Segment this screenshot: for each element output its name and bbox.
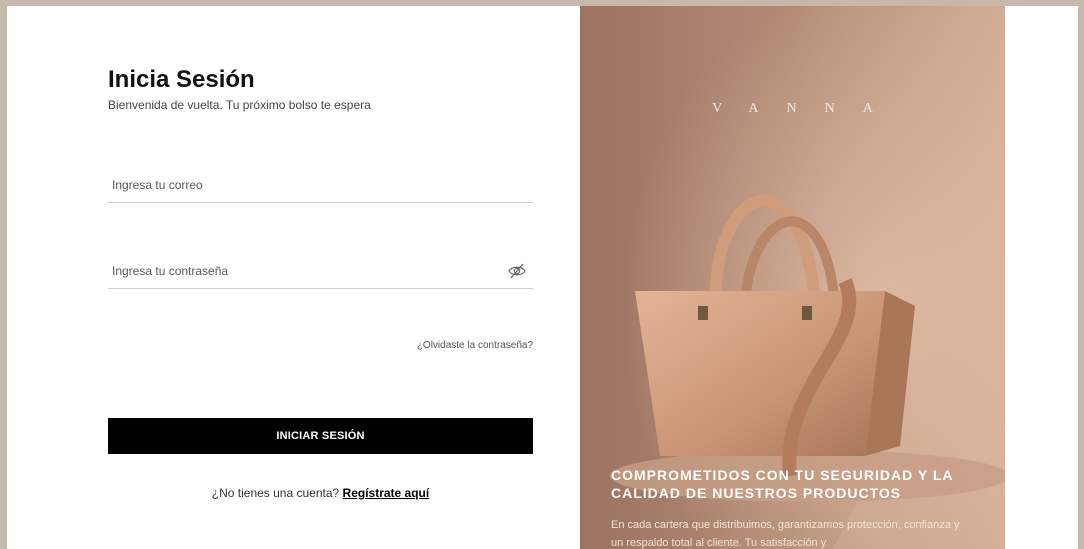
page-frame: Inicia Sesión Bienvenida de vuelta. Tu p… xyxy=(0,0,1084,549)
hero-heading: COMPROMETIDOS CON TU SEGURIDAD Y LA CALI… xyxy=(611,467,953,501)
register-line: ¿No tienes una cuenta? Regístrate aquí xyxy=(108,486,533,500)
hero-panel: VANNA COMPROMETIDOS CON TU SEGURIDAD Y L… xyxy=(580,6,1005,549)
register-link[interactable]: Regístrate aquí xyxy=(343,486,430,500)
login-panel: Inicia Sesión Bienvenida de vuelta. Tu p… xyxy=(7,6,580,549)
login-button[interactable]: INICIAR SESIÓN xyxy=(108,418,533,454)
eye-slash-icon[interactable] xyxy=(507,262,527,280)
page-title: Inicia Sesión xyxy=(108,66,255,93)
password-field-container xyxy=(108,254,533,289)
password-input[interactable] xyxy=(108,254,533,288)
register-prompt: ¿No tienes una cuenta? xyxy=(211,486,340,500)
hero-text: En cada cartera que distribuimos, garant… xyxy=(611,519,960,549)
email-input[interactable] xyxy=(108,168,533,202)
email-field-container xyxy=(108,168,533,203)
forgot-password-link[interactable]: ¿Olvidaste la contraseña? xyxy=(367,340,533,351)
page-subtitle: Bienvenida de vuelta. Tu próximo bolso t… xyxy=(108,98,371,112)
brand-logo: VANNA xyxy=(712,101,901,116)
right-margin xyxy=(1005,6,1078,549)
